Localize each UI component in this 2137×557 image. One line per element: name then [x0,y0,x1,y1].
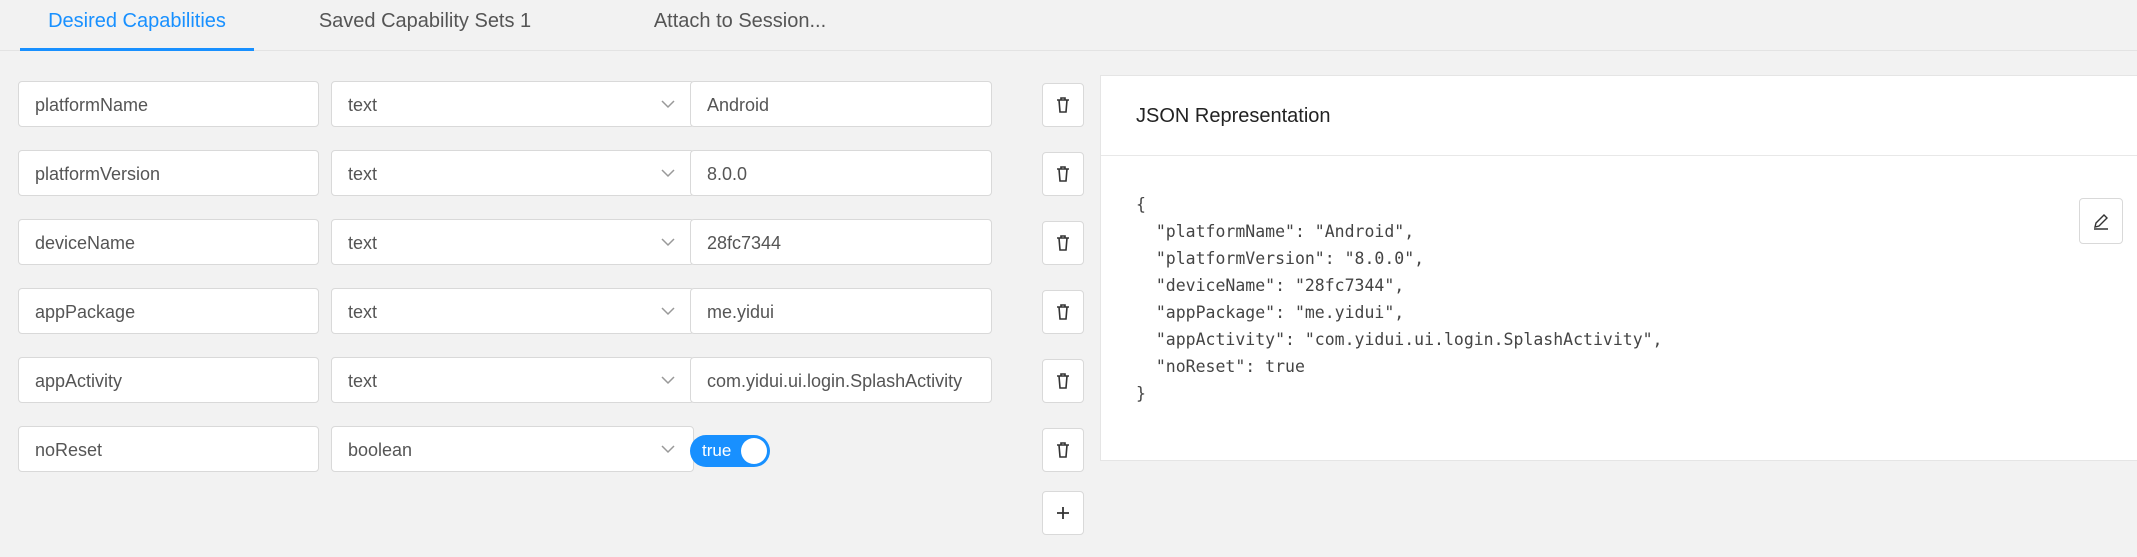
json-line: "noReset": true [1136,357,1305,376]
capability-type-label: boolean [348,440,413,460]
delete-capability-button[interactable] [1042,152,1084,196]
toggle-knob [741,438,767,464]
chevron-down-icon [661,376,675,385]
trash-icon [1057,97,1069,113]
delete-capability-button[interactable] [1042,428,1084,472]
capability-type-select[interactable]: text [331,219,694,265]
chevron-down-icon [661,169,675,178]
edit-icon [2094,214,2108,230]
tab-bar: Desired Capabilities Saved Capability Se… [0,0,2137,51]
chevron-down-icon [661,445,675,454]
capability-name-input[interactable]: noReset [18,426,319,472]
capability-name-input[interactable]: appActivity [18,357,319,403]
plus-icon [1057,507,1069,519]
json-panel-title: JSON Representation [1101,76,2137,156]
capability-name-input[interactable]: platformVersion [18,150,319,196]
add-capability-button[interactable] [1042,491,1084,535]
capability-type-label: text [348,164,378,184]
toggle-label: true [702,441,732,460]
delete-capability-button[interactable] [1042,290,1084,334]
json-line: "deviceName": "28fc7344", [1136,276,1405,295]
delete-capability-button[interactable] [1042,359,1084,403]
capability-type-label: text [348,371,378,391]
edit-json-button[interactable] [2079,198,2123,244]
capability-type-select[interactable]: text [331,357,694,403]
json-line: "appActivity": "com.yidui.ui.login.Splas… [1136,330,1663,349]
delete-capability-button[interactable] [1042,83,1084,127]
trash-icon [1057,304,1069,320]
json-line: { [1136,195,1146,214]
trash-icon [1057,166,1069,182]
capability-value-input[interactable]: 8.0.0 [690,150,992,196]
chevron-down-icon [661,100,675,109]
capability-value-input[interactable]: 28fc7344 [690,219,992,265]
json-code-block: { "platformName": "Android", "platformVe… [1136,191,1663,407]
capability-type-select[interactable]: text [331,150,694,196]
json-line: "appPackage": "me.yidui", [1136,303,1405,322]
json-line: } [1136,384,1146,403]
capability-value-input[interactable]: me.yidui [690,288,992,334]
chevron-down-icon [661,238,675,247]
boolean-value-toggle[interactable]: true [690,435,770,467]
tab-saved-capability-sets[interactable]: Saved Capability Sets 1 [310,0,540,48]
capability-type-select[interactable]: text [331,288,694,334]
json-line: "platformVersion": "8.0.0", [1136,249,1425,268]
trash-icon [1057,442,1069,458]
delete-capability-button[interactable] [1042,221,1084,265]
trash-icon [1057,235,1069,251]
chevron-down-icon [661,307,675,316]
tab-attach-to-session[interactable]: Attach to Session... [620,0,860,48]
capability-type-label: text [348,233,378,253]
json-representation-panel: JSON Representation { "platformName": "A… [1100,75,2137,461]
capability-value-input[interactable]: com.yidui.ui.login.SplashActivity [690,357,992,403]
tab-desired-capabilities[interactable]: Desired Capabilities [20,0,254,51]
capability-name-input[interactable]: deviceName [18,219,319,265]
capability-type-label: text [348,95,378,115]
json-line: "platformName": "Android", [1136,222,1415,241]
trash-icon [1057,373,1069,389]
capability-value-input[interactable]: Android [690,81,992,127]
capability-type-select[interactable]: boolean [331,426,694,472]
capability-type-label: text [348,302,378,322]
capability-name-input[interactable]: appPackage [18,288,319,334]
capability-name-input[interactable]: platformName [18,81,319,127]
capability-type-select[interactable]: text [331,81,694,127]
